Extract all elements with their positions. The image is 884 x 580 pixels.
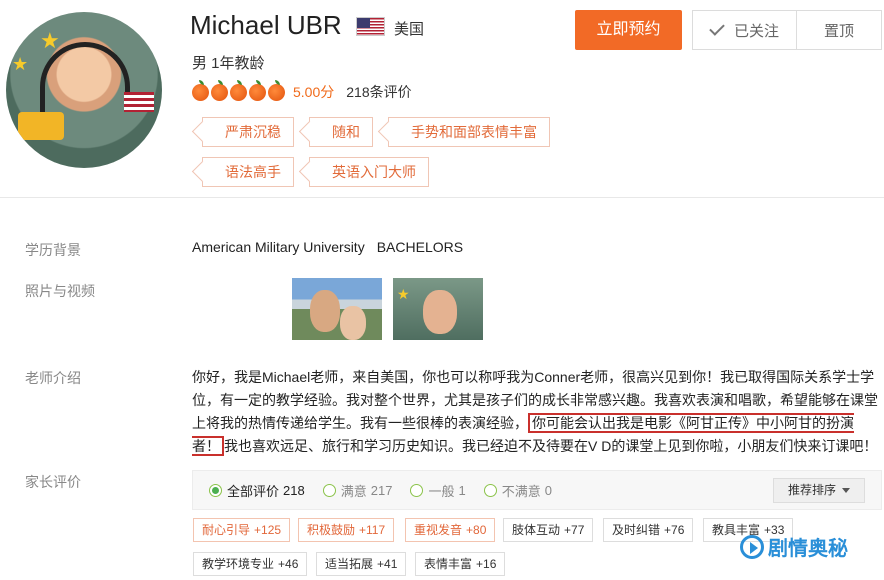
reviews-label: 家长评价: [25, 474, 81, 490]
teacher-name: Michael UBR: [190, 10, 342, 40]
trait-tag: 手势和面部表情丰富: [388, 117, 550, 147]
review-tag[interactable]: 及时纠错 +76: [603, 518, 694, 542]
filter-satisfied[interactable]: 满意 217: [322, 481, 393, 500]
follow-button[interactable]: 已关注: [693, 11, 797, 49]
bus-icon: [18, 112, 64, 140]
review-tag[interactable]: 积极鼓励 +117: [298, 518, 395, 542]
watermark-text: 剧情奥秘: [768, 538, 848, 560]
education-degree: BACHELORS: [376, 239, 464, 255]
rating-row: 5.00分 218条评价: [192, 79, 412, 102]
tag-label: 肢体互动: [512, 523, 561, 537]
filter-all[interactable]: 全部评价 218: [209, 481, 305, 500]
photos-label: 照片与视频: [25, 283, 95, 299]
teacher-avatar[interactable]: ★ ★: [6, 12, 162, 168]
education-label: 学历背景: [25, 242, 81, 258]
teacher-header: ★ ★ Michael UBR 美国 男 1年教龄 5.00分 218条评价 严…: [0, 0, 884, 200]
star-icon: ★: [397, 286, 410, 302]
education-school: American Military University: [192, 239, 365, 255]
apple-rating-icon: [211, 79, 228, 101]
apple-rating-icon: [192, 79, 209, 101]
tag-label: 重视发音: [414, 523, 463, 537]
review-filter-bar: 全部评价 218 满意 217 一般 1 不满意 0 推荐排序: [192, 470, 882, 510]
follow-pin-group: 已关注 置顶: [692, 10, 882, 50]
gender-experience: 男 1年教龄: [192, 55, 265, 72]
tag-count: +125: [254, 523, 282, 537]
trait-tag: 英语入门大师: [309, 157, 429, 187]
star-icon: ★: [40, 28, 60, 53]
chevron-down-icon: [842, 488, 850, 494]
tag-count: +117: [359, 523, 386, 537]
tag-count: +77: [564, 523, 585, 537]
pin-button[interactable]: 置顶: [797, 20, 881, 41]
photo-person: [423, 290, 457, 334]
check-icon: [709, 20, 725, 36]
photo-person: [340, 306, 366, 340]
radio-icon: [209, 483, 222, 497]
apple-rating-icon: [249, 79, 266, 101]
filter-count: 0: [544, 482, 552, 498]
review-tag[interactable]: 适当拓展 +41: [316, 552, 407, 576]
radio-icon: [483, 483, 497, 497]
tag-count: +80: [466, 523, 487, 537]
filter-count: 1: [458, 482, 466, 498]
review-tag[interactable]: 耐心引导 +125: [193, 518, 291, 542]
trait-tag: 严肃沉稳: [202, 117, 294, 147]
play-icon: [740, 534, 764, 559]
tag-count: +76: [664, 523, 685, 537]
tag-label: 耐心引导: [202, 523, 251, 537]
radio-icon: [322, 483, 336, 497]
tag-label: 表情丰富: [424, 557, 473, 571]
us-flag-icon: [356, 17, 385, 36]
tag-label: 及时纠错: [612, 523, 661, 537]
filter-average[interactable]: 一般 1: [410, 481, 466, 500]
flag-icon: [124, 92, 154, 112]
review-tag[interactable]: 教学环境专业 +46: [193, 552, 308, 576]
filter-label: 一般: [428, 483, 455, 499]
filter-label: 满意: [340, 483, 367, 499]
filter-label: 全部评价: [227, 483, 280, 499]
teacher-photo[interactable]: [292, 278, 382, 340]
teacher-photo[interactable]: ★: [393, 278, 483, 340]
tag-label: 积极鼓励: [307, 523, 356, 537]
apple-rating-icon: [268, 79, 285, 101]
book-now-button[interactable]: 立即预约: [575, 10, 682, 50]
filter-label: 不满意: [501, 483, 541, 499]
review-tag[interactable]: 表情丰富 +16: [415, 552, 506, 576]
rating-score: 5.00分: [293, 84, 335, 100]
tag-count: +46: [278, 557, 299, 571]
review-tag[interactable]: 重视发音 +80: [405, 518, 496, 542]
tag-count: +41: [377, 557, 398, 571]
intro-text: 我也喜欢远足、旅行和学习历史知识。我已经迫不及待要在V D的课堂上见到你啦，小朋…: [224, 438, 878, 454]
apple-rating-icon: [230, 79, 247, 101]
tag-label: 适当拓展: [325, 557, 374, 571]
review-tag[interactable]: 肢体互动 +77: [503, 518, 594, 542]
star-icon: ★: [12, 54, 29, 74]
teacher-country: 美国: [394, 21, 425, 38]
sort-dropdown[interactable]: 推荐排序: [772, 478, 865, 503]
sort-label: 推荐排序: [787, 483, 836, 497]
intro-label: 老师介绍: [25, 370, 81, 386]
tag-label: 教学环境专业: [202, 557, 275, 571]
filter-count: 217: [370, 482, 393, 498]
follow-label: 已关注: [733, 22, 779, 40]
watermark: 剧情奥秘: [740, 532, 848, 561]
filter-count: 218: [283, 482, 305, 498]
section-divider: [0, 197, 884, 198]
teacher-intro: 你好，我是Michael老师，来自美国，你也可以称呼我为Conner老师，很高兴…: [192, 366, 882, 458]
review-count[interactable]: 218条评价: [346, 82, 411, 102]
radio-icon: [410, 483, 424, 497]
education-value: American Military University BACHELORS: [192, 239, 463, 255]
trait-tag: 语法高手: [202, 157, 294, 187]
photo-person: [310, 290, 340, 332]
trait-tag: 随和: [309, 117, 373, 147]
filter-unsatisfied[interactable]: 不满意 0: [483, 481, 552, 500]
tag-count: +16: [476, 557, 497, 571]
